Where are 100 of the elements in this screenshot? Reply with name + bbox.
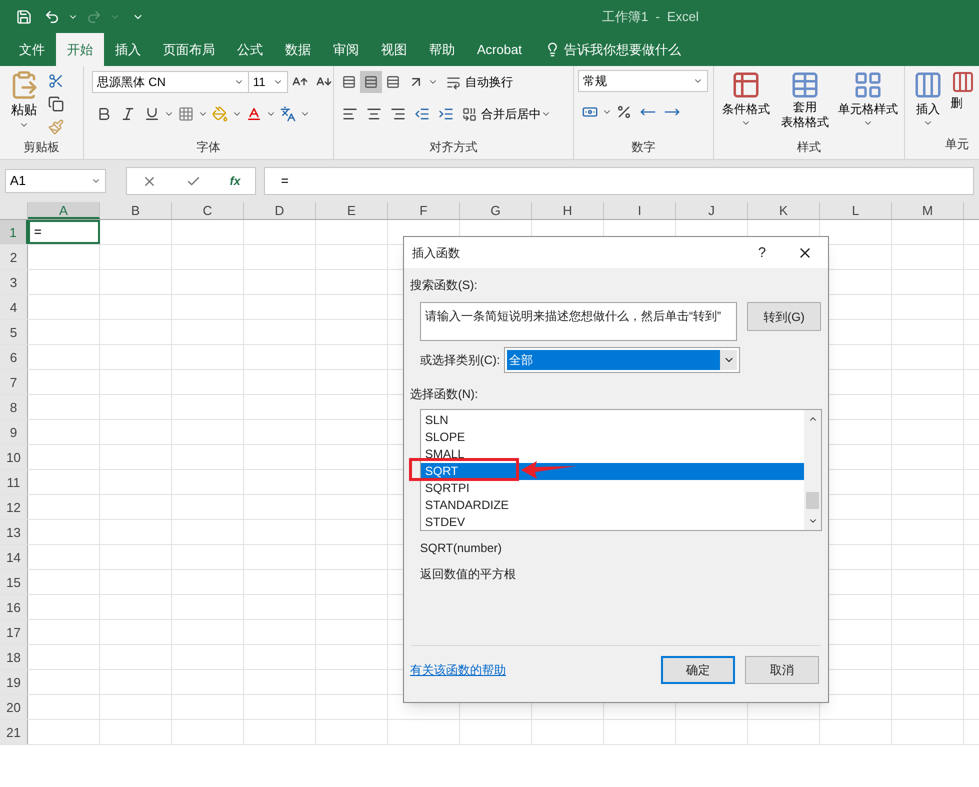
help-button[interactable]: ?	[742, 237, 782, 268]
row-header[interactable]: 2	[0, 245, 28, 269]
conditional-format-icon	[731, 70, 762, 100]
ribbon-tab[interactable]: 文件	[8, 33, 56, 66]
ribbon-tab[interactable]: Acrobat	[466, 33, 533, 66]
function-description: 返回数值的平方根	[420, 566, 517, 583]
align-lines-icon	[386, 75, 400, 89]
row-header[interactable]: 20	[0, 695, 28, 719]
search-label: 搜索函数(S):	[410, 277, 478, 294]
category-select[interactable]: 全部	[504, 347, 740, 373]
row-header[interactable]: 19	[0, 670, 28, 694]
row-header[interactable]: 7	[0, 370, 28, 394]
align-lines-icon	[364, 75, 378, 89]
group-label: 剪贴板	[24, 139, 60, 156]
merge-center-button[interactable]: 合并后居中	[462, 105, 541, 123]
active-cell[interactable]: =	[28, 220, 100, 244]
ribbon-tab[interactable]: 视图	[370, 33, 418, 66]
column-header[interactable]: H	[532, 202, 604, 219]
delete-cells-icon	[950, 70, 975, 94]
column-header[interactable]: L	[820, 202, 892, 219]
row-header[interactable]: 17	[0, 620, 28, 644]
help-link[interactable]: 有关该函数的帮助	[410, 661, 661, 679]
column-header[interactable]: C	[172, 202, 244, 219]
column-header[interactable]: B	[100, 202, 172, 219]
font-name-field[interactable]: 思源黑体 CN	[92, 71, 249, 93]
conditional-format-button[interactable]: 条件格式	[718, 70, 774, 138]
function-list-label: 选择函数(N):	[410, 386, 479, 403]
insert-cells-icon	[912, 70, 943, 100]
column-header[interactable]: I	[604, 202, 676, 219]
column-header[interactable]: J	[676, 202, 748, 219]
group-label: 样式	[797, 139, 821, 156]
search-field[interactable]: 请输入一条简短说明来描述您想做什么，然后单击“转到”	[420, 302, 737, 341]
name-box[interactable]: A1	[5, 169, 106, 193]
column-header[interactable]: G	[460, 202, 532, 219]
ribbon-tab[interactable]: 审阅	[322, 33, 370, 66]
row-header[interactable]: 4	[0, 295, 28, 319]
window-title: 工作簿1 - Excel	[602, 8, 699, 26]
merge-icon	[462, 106, 477, 122]
category-label: 或选择类别(C):	[420, 352, 500, 369]
wrap-text-button[interactable]: 自动换行	[446, 73, 513, 91]
dialog-title: 插入函数	[412, 244, 461, 262]
column-header[interactable]: M	[892, 202, 964, 219]
wrap-text-icon	[446, 74, 461, 90]
ribbon-tab[interactable]: 页面布局	[152, 33, 226, 66]
function-item[interactable]: SLOPE	[421, 429, 804, 446]
ok-button[interactable]: 确定	[661, 656, 735, 684]
table-icon	[790, 70, 820, 100]
ribbon-tab[interactable]: 公式	[226, 33, 274, 66]
cell-styles-button[interactable]: 单元格样式	[836, 70, 900, 138]
ribbon-tab[interactable]: 插入	[104, 33, 152, 66]
table-format-button[interactable]: 套用 表格格式	[774, 70, 836, 138]
column-header[interactable]: D	[244, 202, 316, 219]
scroll-thumb[interactable]	[806, 492, 819, 508]
delete-cells-button[interactable]: 删	[946, 70, 975, 132]
row-header[interactable]: 12	[0, 495, 28, 519]
function-item[interactable]: SLN	[421, 412, 804, 429]
row-header[interactable]: 14	[0, 545, 28, 569]
function-item[interactable]: SQRT	[421, 463, 804, 480]
group-label: 单元	[945, 137, 969, 151]
tell-me-field[interactable]: 告诉我你想要做什么	[532, 33, 693, 66]
row-header[interactable]: 16	[0, 595, 28, 619]
row-header[interactable]: 3	[0, 270, 28, 294]
cell-styles-icon	[853, 70, 884, 100]
align-lines-icon	[342, 75, 356, 89]
function-item[interactable]: STDEV	[421, 514, 804, 531]
column-header[interactable]: F	[388, 202, 460, 219]
row-header[interactable]: 11	[0, 470, 28, 494]
ribbon-tab[interactable]: 数据	[274, 33, 322, 66]
row-header[interactable]: 8	[0, 395, 28, 419]
go-button[interactable]: 转到(G)	[747, 302, 821, 331]
ribbon-tab[interactable]: 帮助	[418, 33, 466, 66]
row-header[interactable]: 21	[0, 720, 28, 744]
group-label: 字体	[196, 139, 220, 156]
number-format-field[interactable]: 常规	[578, 70, 708, 92]
vertical-align-button[interactable]	[360, 71, 382, 93]
row-header[interactable]: 9	[0, 420, 28, 444]
function-list[interactable]: SLN SLOPE SMALL SQRT SQRTPI STANDARDIZE STDEV	[420, 409, 822, 531]
formula-field[interactable]: =	[264, 167, 974, 195]
arrow-annotation	[521, 459, 577, 479]
insert-function-button[interactable]: fx	[230, 172, 240, 190]
row-header[interactable]: 15	[0, 570, 28, 594]
row-header[interactable]: 18	[0, 645, 28, 669]
group-label: 数字	[632, 139, 656, 156]
column-header[interactable]: K	[748, 202, 820, 219]
row-header[interactable]: 5	[0, 320, 28, 344]
function-item[interactable]: SQRTPI	[421, 480, 804, 497]
row-header[interactable]: 1	[0, 220, 28, 244]
function-item[interactable]: STANDARDIZE	[421, 497, 804, 514]
column-header[interactable]: A	[28, 202, 100, 219]
function-item[interactable]: SMALL	[421, 446, 804, 463]
ribbon-tab[interactable]: 开始	[56, 33, 104, 66]
insert-cells-button[interactable]: 插入	[909, 70, 947, 132]
paste-button[interactable]: 粘贴	[4, 70, 44, 138]
row-header[interactable]: 13	[0, 520, 28, 544]
column-header[interactable]: E	[316, 202, 388, 219]
scrollbar[interactable]	[804, 410, 821, 530]
cancel-button[interactable]: 取消	[745, 656, 819, 684]
font-size-field[interactable]: 11	[249, 71, 288, 93]
row-header[interactable]: 10	[0, 445, 28, 469]
row-header[interactable]: 6	[0, 345, 28, 369]
